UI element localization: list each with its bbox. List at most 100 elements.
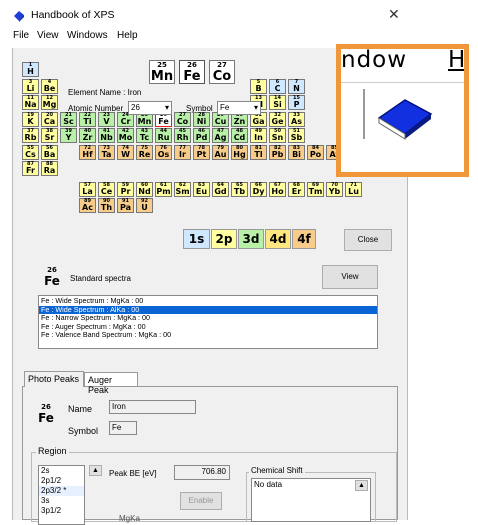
element-tile-pr[interactable]: 59 Pr <box>117 181 134 197</box>
element-tile-zr[interactable]: 40 Zr <box>79 128 96 143</box>
element-tile-pb[interactable]: 82 Pb <box>269 144 286 160</box>
element-tile-ti[interactable]: 22 Ti <box>79 111 96 127</box>
element-tile-ce[interactable]: 58 Ce <box>98 181 115 197</box>
tab-photo-peaks[interactable]: Photo Peaks <box>24 371 84 387</box>
element-tile-pa[interactable]: 91 Pa <box>117 198 134 213</box>
atomic-number-select[interactable]: 26 ▾ <box>128 101 172 115</box>
element-tile-nb[interactable]: 41 Nb <box>98 128 115 143</box>
orbital-2p-button[interactable]: 2p <box>211 229 237 249</box>
element-tile-v[interactable]: 23 V <box>98 111 115 127</box>
element-tile-mo[interactable]: 42 Mo <box>117 128 134 143</box>
view-button[interactable]: View <box>322 265 378 289</box>
element-tile-h[interactable]: 1H <box>22 62 39 77</box>
list-item[interactable]: 3s <box>39 496 84 506</box>
menu-windows[interactable]: Windows <box>67 30 108 41</box>
element-tile-th[interactable]: 90 Th <box>98 198 115 213</box>
element-tile-ba[interactable]: 56 Ba <box>41 144 58 160</box>
element-tile-la[interactable]: 57 La <box>79 181 96 197</box>
element-tile-ac[interactable]: 89 Ac <box>79 198 96 213</box>
tab-auger-peak[interactable]: Auger Peak <box>84 372 138 395</box>
symbol-select[interactable]: Fe ▾ <box>217 101 261 115</box>
element-tile-sm[interactable]: 62 Sm <box>174 181 191 197</box>
spectra-list[interactable]: Fe : Wide Spectrum : MgKa : 00 Fe : Wide… <box>38 295 378 349</box>
element-tile-rh[interactable]: 45 Rh <box>174 128 191 143</box>
element-tile-p[interactable]: 15 P <box>288 95 305 110</box>
element-tile-dy[interactable]: 66 Dy <box>250 181 267 197</box>
element-tile-lu[interactable]: 71 Lu <box>345 181 362 197</box>
element-tile-cs[interactable]: 55 Cs <box>22 144 39 160</box>
element-tile-w[interactable]: 74 W <box>117 144 134 160</box>
element-tile-be[interactable]: 4 Be <box>41 78 58 94</box>
element-tile-c[interactable]: 6C <box>269 78 286 94</box>
close-icon[interactable]: ✕ <box>388 6 400 23</box>
element-tile-ir[interactable]: 77 Ir <box>174 144 191 160</box>
element-tile-ru[interactable]: 44 Ru <box>155 128 172 143</box>
element-tile-li[interactable]: 3 Li <box>22 78 39 94</box>
element-tile-ra[interactable]: 88 Ra <box>41 161 58 176</box>
element-tile-na[interactable]: 11 Na <box>22 95 39 110</box>
menu-help[interactable]: Help <box>117 30 138 41</box>
element-tile-cd[interactable]: 48 Cd <box>231 128 248 143</box>
element-tile-k[interactable]: 19 K <box>22 111 39 127</box>
element-tile-u[interactable]: 92 U <box>136 198 153 213</box>
element-tile-as[interactable]: 33 As <box>288 111 305 127</box>
list-item-selected[interactable]: 2p3/2 * <box>39 486 84 496</box>
element-tile-ca[interactable]: 20 Ca <box>41 111 58 127</box>
element-tile-bi[interactable]: 83 Bi <box>288 144 305 160</box>
neighbor-tile-next[interactable]: 27 Co <box>209 60 235 84</box>
element-tile-eu[interactable]: 63 Eu <box>193 181 210 197</box>
element-tile-re[interactable]: 75 Re <box>136 144 153 160</box>
element-tile-si[interactable]: 14 Si <box>269 95 286 110</box>
orbital-3d-button[interactable]: 3d <box>238 229 264 249</box>
list-item[interactable]: 2s <box>39 466 84 476</box>
neighbor-tile-current[interactable]: 26 Fe <box>179 60 205 84</box>
element-tile-n[interactable]: 7N <box>288 78 305 94</box>
element-tile-pd[interactable]: 46 Pd <box>193 128 210 143</box>
element-tile-os[interactable]: 76 Os <box>155 144 172 160</box>
element-tile-ge[interactable]: 32 Ge <box>269 111 286 127</box>
element-tile-po[interactable]: 84 Po <box>307 144 324 160</box>
element-tile-y[interactable]: 39 Y <box>60 128 77 143</box>
orbital-1s-button[interactable]: 1s <box>183 229 210 249</box>
scroll-up-button[interactable]: ▲ <box>355 480 368 491</box>
chemical-shift-list[interactable]: No data <box>251 478 371 522</box>
list-item[interactable]: No data <box>252 479 370 490</box>
element-tile-sn[interactable]: 50 Sn <box>269 128 286 143</box>
element-tile-sc[interactable]: 21 Sc <box>60 111 77 127</box>
list-item[interactable]: 3p1/2 <box>39 506 84 516</box>
element-tile-hg[interactable]: 80 Hg <box>231 144 248 160</box>
element-tile-er[interactable]: 68 Er <box>288 181 305 197</box>
book-icon[interactable] <box>375 96 435 140</box>
element-tile-nd[interactable]: 60 Nd <box>136 181 153 197</box>
region-list[interactable]: 2s 2p1/2 2p3/2 * 3s 3p1/2 <box>38 465 85 525</box>
scroll-up-button[interactable]: ▲ <box>89 465 102 476</box>
element-tile-tc[interactable]: 43 Tc <box>136 128 153 143</box>
element-tile-pt[interactable]: 78 Pt <box>193 144 210 160</box>
element-tile-mg[interactable]: 12 Mg <box>41 95 58 110</box>
menu-file[interactable]: File <box>13 30 29 41</box>
element-tile-yb[interactable]: 70 Yb <box>326 181 343 197</box>
menu-view[interactable]: View <box>37 30 59 41</box>
element-tile-fr[interactable]: 87 Fr <box>22 161 39 176</box>
element-tile-in[interactable]: 49 In <box>250 128 267 143</box>
element-tile-pm[interactable]: 61 Pm <box>155 181 172 197</box>
list-item[interactable]: 2p1/2 <box>39 476 84 486</box>
element-tile-tb[interactable]: 65 Tb <box>231 181 248 197</box>
element-tile-hf[interactable]: 72 Hf <box>79 144 96 160</box>
orbital-4f-button[interactable]: 4f <box>292 229 316 249</box>
element-tile-sb[interactable]: 51 Sb <box>288 128 305 143</box>
enable-button[interactable]: Enable <box>180 492 222 510</box>
element-tile-ni[interactable]: 28 Ni <box>193 111 210 127</box>
close-button[interactable]: Close <box>344 229 392 251</box>
element-tile-tl[interactable]: 81 Tl <box>250 144 267 160</box>
element-tile-b[interactable]: 5B <box>250 78 267 94</box>
element-tile-ho[interactable]: 67 Ho <box>269 181 286 197</box>
element-tile-sr[interactable]: 38 Sr <box>41 128 58 143</box>
element-tile-tm[interactable]: 69 Tm <box>307 181 324 197</box>
element-tile-rb[interactable]: 37 Rb <box>22 128 39 143</box>
element-tile-gd[interactable]: 64 Gd <box>212 181 229 197</box>
element-tile-co[interactable]: 27 Co <box>174 111 191 127</box>
neighbor-tile-prev[interactable]: 25 Mn <box>149 60 175 84</box>
element-tile-au[interactable]: 79 Au <box>212 144 229 160</box>
element-tile-ta[interactable]: 73 Ta <box>98 144 115 160</box>
